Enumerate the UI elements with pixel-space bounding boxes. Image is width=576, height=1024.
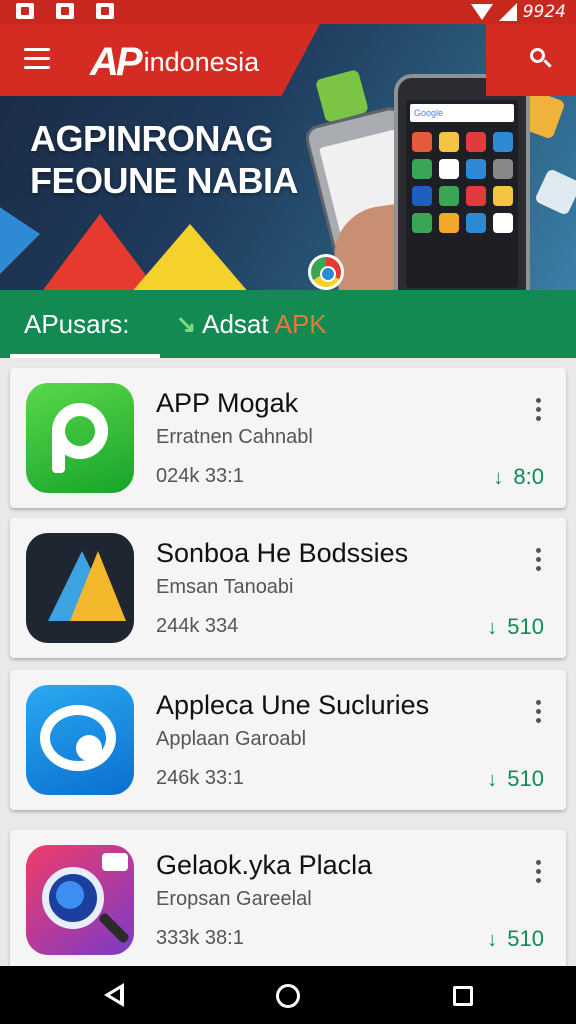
clock: 9924 xyxy=(522,2,566,22)
tab-label: APusars: xyxy=(24,308,130,339)
app-meta: 333k 38:1 xyxy=(156,927,244,949)
chevron-icon: ↘ xyxy=(176,310,197,338)
app-card[interactable]: Gelaok.yka Placla Eropsan Gareelal 333k … xyxy=(10,830,566,970)
app-rating: ↓ 8:0 xyxy=(493,464,544,489)
chat-app-icon xyxy=(26,685,134,795)
gallery-notification-icon xyxy=(16,3,34,19)
tab-label: Adsat xyxy=(202,308,269,339)
more-options-icon[interactable] xyxy=(528,860,548,884)
app-developer: Eropsan Gareelal xyxy=(156,888,312,910)
home-icon[interactable] xyxy=(273,980,303,1010)
app-meta: 246k 33:1 xyxy=(156,767,244,789)
download-notification-icon xyxy=(96,3,114,19)
banner-headline: AGPINRONAG FEOUNE NABIA xyxy=(30,118,299,202)
more-options-icon[interactable] xyxy=(528,398,548,422)
app-title: APP Mogak xyxy=(156,388,299,418)
app-card[interactable]: Appleca Une Sucluries Applaan Garoabl 24… xyxy=(10,670,566,810)
app-meta: 024k 33:1 xyxy=(156,465,244,487)
status-bar: 9924 xyxy=(0,0,576,24)
recent-apps-icon[interactable] xyxy=(449,980,479,1010)
search-icon[interactable] xyxy=(530,48,554,72)
app-developer: Emsan Tanoabi xyxy=(156,576,294,598)
more-options-icon[interactable] xyxy=(528,700,548,724)
tab-apusars[interactable]: APusars: xyxy=(10,290,160,358)
navigation-bar xyxy=(0,966,576,1024)
app-card[interactable]: APP Mogak Erratnen Cahnabl 024k 33:1 ↓ 8:… xyxy=(10,368,566,508)
phone-image: Google xyxy=(394,74,530,290)
menu-button[interactable] xyxy=(24,48,50,70)
logo-mark: AP xyxy=(90,40,143,84)
download-arrow-icon: ↓ xyxy=(493,467,504,489)
hero-banner: Google AP indonesia AGPINRONAG FEOUNE NA… xyxy=(0,24,576,290)
lock-notification-icon xyxy=(56,3,74,19)
blue-shape xyxy=(0,194,40,290)
wifi-icon xyxy=(470,4,493,20)
logo-text: indonesia xyxy=(143,47,260,77)
headline-line-2: FEOUNE NABIA xyxy=(30,160,299,201)
chrome-icon xyxy=(308,254,344,290)
download-arrow-icon: ↓ xyxy=(487,929,498,951)
app-rating: ↓ 510 xyxy=(487,614,544,639)
download-arrow-icon: ↓ xyxy=(487,617,498,639)
app-title: Gelaok.yka Placla xyxy=(156,850,373,880)
headline-line-1: AGPINRONAG xyxy=(30,118,274,159)
tab-suffix: APK xyxy=(274,308,327,339)
app-title: Sonboa He Bodssies xyxy=(156,538,409,568)
more-options-icon[interactable] xyxy=(528,548,548,572)
app-rating: ↓ 510 xyxy=(487,766,544,791)
download-arrow-icon: ↓ xyxy=(487,769,498,791)
back-icon[interactable] xyxy=(100,980,130,1010)
app-rating: ↓ 510 xyxy=(487,926,544,951)
tab-bar: APusars: ↘ Adsat APK xyxy=(0,290,576,358)
signal-icon xyxy=(498,3,517,21)
app-developer: Erratnen Cahnabl xyxy=(156,426,313,448)
phone-app-grid xyxy=(412,132,513,233)
camera-app-icon xyxy=(26,845,134,955)
app-card[interactable]: Sonboa He Bodssies Emsan Tanoabi 244k 33… xyxy=(10,518,566,658)
logo: AP indonesia xyxy=(90,40,259,85)
app-tile-icon xyxy=(534,168,576,216)
app-developer: Applaan Garoabl xyxy=(156,728,307,750)
status-right: 9924 xyxy=(470,2,566,22)
notification-icons xyxy=(16,3,114,19)
arrow-app-icon xyxy=(26,533,134,643)
green-app-icon xyxy=(26,383,134,493)
app-meta: 244k 334 xyxy=(156,615,239,637)
tab-adsat[interactable]: ↘ Adsat APK xyxy=(176,290,366,358)
yellow-shape xyxy=(130,224,250,290)
phone-search-bar: Google xyxy=(410,104,514,122)
app-title: Appleca Une Sucluries xyxy=(156,690,430,720)
